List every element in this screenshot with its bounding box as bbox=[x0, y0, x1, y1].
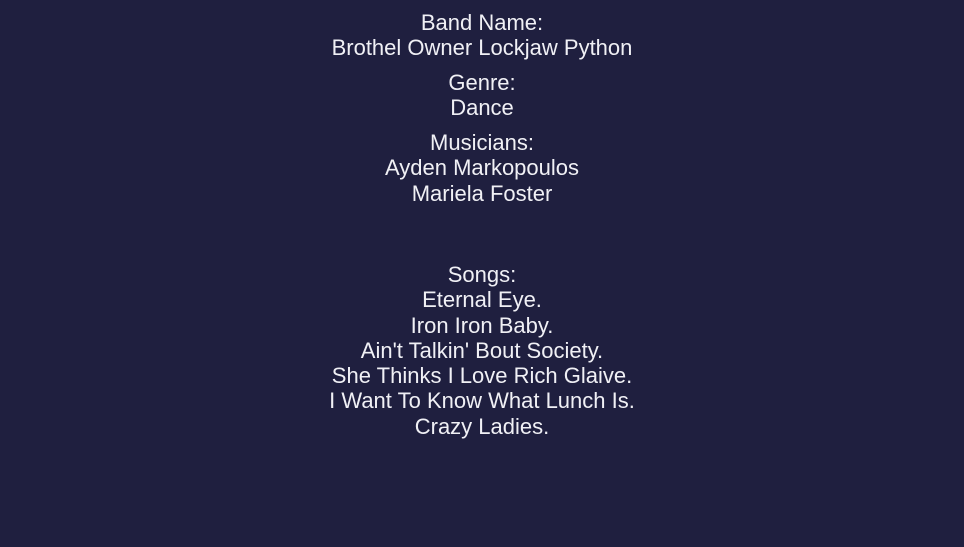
song-item: I Want To Know What Lunch Is. bbox=[329, 388, 635, 414]
song-item: Eternal Eye. bbox=[422, 287, 542, 313]
band-name-label: Band Name: bbox=[420, 10, 544, 35]
genre-section: Genre: Dance bbox=[0, 70, 964, 121]
song-item: Iron Iron Baby. bbox=[410, 312, 554, 338]
song-item: Ain't Talkin' Bout Society. bbox=[360, 337, 604, 363]
musician-item: Ayden Markopoulos bbox=[384, 155, 580, 181]
songs-label: Songs: bbox=[447, 262, 517, 287]
band-info-screen: Band Name: Brothel Owner Lockjaw Python … bbox=[0, 0, 964, 547]
song-item: She Thinks I Love Rich Glaive. bbox=[331, 363, 633, 389]
band-name-section: Band Name: Brothel Owner Lockjaw Python bbox=[0, 10, 964, 61]
songs-section: Songs: Eternal Eye. Iron Iron Baby. Ain'… bbox=[0, 262, 964, 439]
song-item: Crazy Ladies. bbox=[414, 413, 550, 439]
genre-label: Genre: bbox=[448, 70, 516, 95]
musicians-section: Musicians: Ayden Markopoulos Mariela Fos… bbox=[0, 130, 964, 206]
musicians-label: Musicians: bbox=[430, 130, 534, 155]
musician-item: Mariela Foster bbox=[411, 180, 553, 206]
band-name-value: Brothel Owner Lockjaw Python bbox=[331, 35, 633, 61]
genre-value: Dance bbox=[450, 95, 514, 121]
